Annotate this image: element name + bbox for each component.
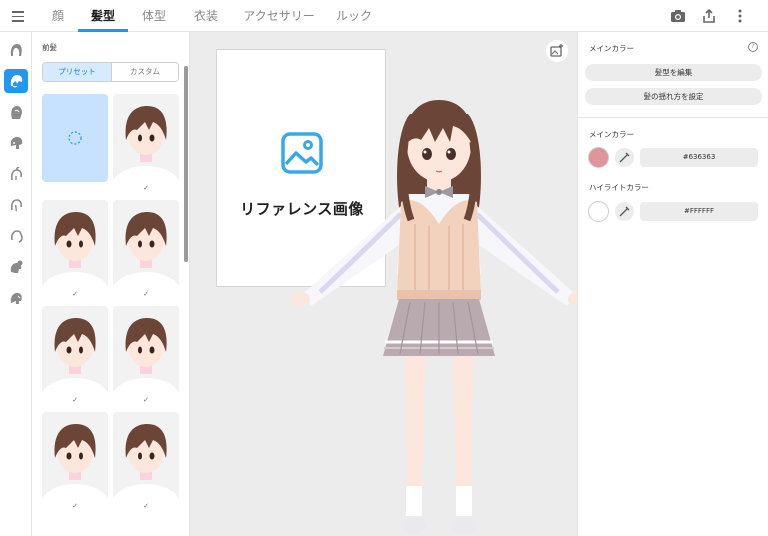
color-panel: メインカラー ? 髪型を編集 髪の揺れ方を設定 メインカラー #636363 ハ…	[577, 32, 768, 536]
camera-icon[interactable]	[669, 7, 687, 25]
help-icon[interactable]: ?	[748, 42, 758, 52]
check-icon: ✓	[72, 396, 78, 404]
no-bangs-icon	[68, 131, 82, 145]
preset-panel: 前髪 プリセット カスタム ✓ ✓ ✓ ✓ ✓ ✓ ✓	[32, 32, 190, 536]
hair-preview	[42, 212, 108, 288]
highlight-color-label: ハイライトカラー	[589, 183, 649, 192]
tab-outfit[interactable]: 衣装	[186, 0, 226, 32]
section-title: メインカラー	[589, 44, 634, 53]
main-color-hex-input[interactable]: #636363	[640, 148, 758, 167]
preset-thumbnail[interactable]	[42, 306, 108, 394]
preset-thumbnail[interactable]	[113, 306, 179, 394]
more-vertical-icon[interactable]	[731, 7, 749, 25]
preset-thumbnail[interactable]	[42, 200, 108, 288]
highlight-color-swatch[interactable]	[588, 201, 609, 222]
tab-face[interactable]: 顔	[44, 0, 72, 32]
eyedropper-icon[interactable]	[615, 202, 634, 221]
ear-hair-icon[interactable]	[4, 193, 28, 217]
preset-thumbnail[interactable]	[42, 412, 108, 500]
ponytail-icon[interactable]	[4, 224, 28, 248]
front-hair-icon[interactable]	[4, 69, 28, 93]
tab-hairstyle[interactable]: 髪型	[78, 0, 128, 32]
preset-thumbnail[interactable]	[42, 94, 108, 182]
check-icon: ✓	[143, 502, 149, 510]
hair-preview	[113, 212, 179, 288]
extra-hair-icon[interactable]	[4, 286, 28, 310]
side-hair-icon[interactable]	[4, 131, 28, 155]
highlight-color-hex-input[interactable]: #FFFFFF	[640, 202, 758, 221]
top-bar: 顔 髪型 体型 衣装 アクセサリー ルック	[0, 0, 768, 32]
main-color-swatch[interactable]	[588, 147, 609, 168]
preset-thumbnail[interactable]	[113, 200, 179, 288]
character-model[interactable]	[275, 94, 577, 536]
share-icon[interactable]	[700, 7, 718, 25]
check-icon: ✓	[143, 184, 149, 192]
main-color-label: メインカラー	[589, 130, 634, 139]
edit-hairstyle-button[interactable]: 髪型を編集	[585, 64, 762, 81]
back-hair-icon[interactable]	[4, 100, 28, 124]
3d-viewport[interactable]: リファレンス画像	[190, 32, 577, 536]
hair-sway-button[interactable]: 髪の揺れ方を設定	[585, 88, 762, 105]
preset-custom-toggle: プリセット カスタム	[42, 62, 179, 82]
check-icon: ✓	[72, 502, 78, 510]
menu-icon[interactable]	[9, 8, 27, 24]
preset-thumbnail[interactable]	[113, 94, 179, 182]
preset-thumbnail[interactable]	[113, 412, 179, 500]
panel-title: 前髪	[42, 43, 57, 52]
tab-body[interactable]: 体型	[134, 0, 174, 32]
eyedropper-icon[interactable]	[615, 148, 634, 167]
bun-icon[interactable]	[4, 255, 28, 279]
photo-settings-icon[interactable]	[546, 40, 568, 62]
hair-preview	[113, 318, 179, 394]
tab-accessory[interactable]: アクセサリー	[238, 0, 320, 32]
tab-look[interactable]: ルック	[332, 0, 376, 32]
hair-part-rail	[0, 32, 32, 536]
check-icon: ✓	[143, 290, 149, 298]
preset-tab[interactable]: プリセット	[43, 63, 111, 81]
panel-scrollbar[interactable]	[184, 66, 188, 262]
check-icon: ✓	[72, 290, 78, 298]
check-icon: ✓	[143, 396, 149, 404]
custom-tab[interactable]: カスタム	[111, 63, 178, 81]
hair-preview	[42, 318, 108, 394]
divider	[578, 117, 768, 118]
hair-base-icon[interactable]	[4, 38, 28, 62]
hair-preview	[42, 424, 108, 500]
hair-preview	[113, 106, 179, 182]
hair-preview	[113, 424, 179, 500]
ahoge-icon[interactable]	[4, 162, 28, 186]
